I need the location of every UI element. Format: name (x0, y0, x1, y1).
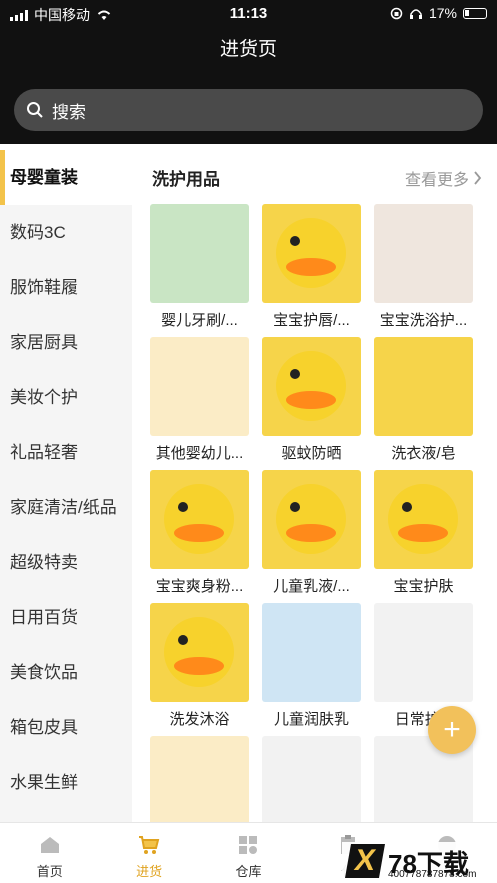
product-thumbnail (374, 204, 473, 303)
product-cell[interactable]: 宝宝爽身粉... (150, 470, 249, 603)
product-cell[interactable]: 其他婴幼儿... (150, 337, 249, 470)
product-cell[interactable]: 洗发沐浴 (150, 603, 249, 736)
home-icon (40, 837, 59, 853)
chevron-right-icon (474, 171, 482, 185)
product-thumbnail (374, 603, 473, 702)
product-label: 其他婴幼儿... (155, 445, 244, 462)
sidebar-item-maternity[interactable]: 母婴童装 (0, 150, 132, 205)
battery-percent: 17% (428, 5, 457, 21)
watermark-x-mark: X (345, 844, 385, 878)
duck-image (276, 351, 346, 421)
duck-image (388, 484, 458, 554)
product-cell[interactable] (150, 736, 249, 822)
sidebar-item-gifts[interactable]: 礼品轻奢 (0, 425, 132, 480)
product-label: 宝宝护肤 (393, 578, 454, 595)
product-thumbnail (150, 470, 249, 569)
product-label: 宝宝爽身粉... (155, 578, 244, 595)
rotation-lock-icon (390, 7, 403, 19)
duck-image (276, 218, 346, 288)
product-row: 婴儿牙刷/... 宝宝护唇/... 宝宝洗浴护... (150, 204, 480, 337)
product-thumbnail (150, 603, 249, 702)
product-cell[interactable]: 洗衣液/皂 (374, 337, 473, 470)
duck-image (276, 484, 346, 554)
product-label: 宝宝洗浴护... (379, 312, 468, 329)
product-row: 洗发沐浴 儿童润肤乳 日常护... (150, 603, 480, 736)
product-thumbnail (150, 204, 249, 303)
tab-warehouse[interactable]: 仓库 (199, 823, 298, 883)
sidebar-item-cleaning[interactable]: 家庭清洁/纸品 (0, 480, 132, 535)
product-label: 洗发沐浴 (169, 711, 230, 728)
product-row: 宝宝爽身粉... 儿童乳液/... 宝宝护肤 (150, 470, 480, 603)
product-thumbnail (262, 204, 361, 303)
watermark-logo: X 78下载 400778787878.com (342, 842, 497, 883)
product-cell[interactable]: 宝宝洗浴护... (374, 204, 473, 337)
sidebar-item-digital[interactable]: 数码3C (0, 205, 132, 260)
sidebar-item-food-drinks[interactable]: 美食饮品 (0, 645, 132, 700)
search-input[interactable]: 搜索 (14, 89, 483, 131)
tab-label: 仓库 (235, 864, 262, 879)
product-cell[interactable]: 儿童润肤乳 (262, 603, 361, 736)
sidebar-item-daily-goods[interactable]: 日用百货 (0, 590, 132, 645)
plus-icon: + (443, 713, 461, 746)
sidebar-item-apparel[interactable]: 服饰鞋履 (0, 260, 132, 315)
product-label: 驱蚊防晒 (281, 445, 342, 462)
product-label: 宝宝护唇/... (273, 312, 350, 329)
sidebar-item-home-kitchen[interactable]: 家居厨具 (0, 315, 132, 370)
view-more-label: 查看更多 (404, 172, 469, 189)
product-thumbnail (150, 736, 249, 822)
product-cell[interactable]: 儿童乳液/... (262, 470, 361, 603)
search-icon (27, 102, 43, 118)
sidebar-item-beauty[interactable]: 美妆个护 (0, 370, 132, 425)
product-thumbnail (262, 470, 361, 569)
section-title: 洗护用品 (152, 170, 220, 189)
product-cell[interactable]: 宝宝护唇/... (262, 204, 361, 337)
product-thumbnail (374, 337, 473, 436)
product-cell[interactable] (262, 736, 361, 822)
product-row: 其他婴幼儿... 驱蚊防晒 洗衣液/皂 (150, 337, 480, 470)
product-label: 儿童润肤乳 (273, 711, 349, 728)
product-cell[interactable]: 宝宝护肤 (374, 470, 473, 603)
watermark-url: 400778787878.com (388, 869, 477, 880)
product-label: 儿童乳液/... (273, 578, 350, 595)
product-thumbnail (262, 603, 361, 702)
search-placeholder: 搜索 (52, 102, 86, 122)
product-cell[interactable]: 婴儿牙刷/... (150, 204, 249, 337)
headphones-icon (409, 8, 422, 19)
tab-restock[interactable]: 进货 (99, 823, 198, 883)
product-row (150, 736, 480, 822)
product-thumbnail (374, 470, 473, 569)
tab-home[interactable]: 首页 (0, 823, 99, 883)
product-label: 婴儿牙刷/... (161, 312, 238, 329)
category-sidebar: 母婴童装 数码3C 服饰鞋履 家居厨具 美妆个护 礼品轻奢 家庭清洁/纸品 超级… (0, 150, 132, 822)
duck-image (164, 617, 234, 687)
duck-image (164, 484, 234, 554)
tab-label: 进货 (136, 864, 163, 879)
search-bar-area: 搜索 (0, 76, 497, 144)
product-thumbnail (262, 337, 361, 436)
grid-icon (239, 836, 258, 854)
add-fab-button[interactable]: + (428, 706, 476, 754)
view-more-link[interactable]: 查看更多 (405, 166, 482, 190)
sidebar-item-bags[interactable]: 箱包皮具 (0, 700, 132, 755)
page-title: 进货页 (0, 28, 497, 76)
sidebar-item-fresh-fruit[interactable]: 水果生鲜 (0, 755, 132, 810)
status-bar: 中国移动 11:13 17% (0, 0, 497, 28)
product-label: 洗衣液/皂 (391, 445, 456, 462)
section-header: 洗护用品 查看更多 (152, 163, 482, 191)
product-thumbnail (150, 337, 249, 436)
status-right: 17% (390, 5, 487, 21)
sidebar-item-special-sale[interactable]: 超级特卖 (0, 535, 132, 590)
battery-icon (463, 7, 487, 19)
tab-label: 首页 (36, 864, 63, 879)
app-screen: 中国移动 11:13 17% 进货页 搜索 母婴童装 数码3C 服饰鞋履 家居厨… (0, 0, 497, 883)
product-thumbnail (262, 736, 361, 822)
product-cell[interactable]: 驱蚊防晒 (262, 337, 361, 470)
cart-icon (139, 836, 160, 854)
